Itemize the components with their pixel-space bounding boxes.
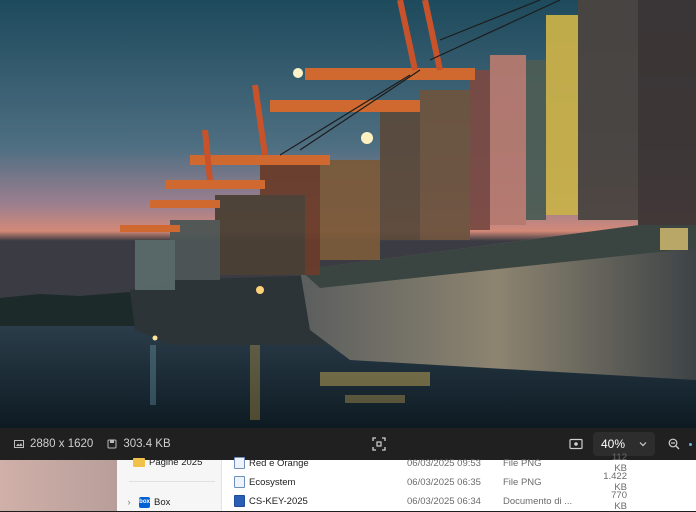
- zoom-out-button[interactable]: [663, 433, 685, 455]
- fit-to-window-button[interactable]: [370, 435, 388, 453]
- file-type: File PNG: [503, 476, 542, 488]
- fit-screen-icon: [372, 437, 386, 451]
- file-date: 06/03/2025 09:53: [407, 457, 481, 469]
- photo-canvas[interactable]: [0, 0, 696, 428]
- desktop-background: [0, 460, 117, 511]
- container-ship-photo: [0, 0, 696, 428]
- nav-item-label: Box: [154, 496, 171, 508]
- zoom-out-icon: [668, 438, 680, 450]
- file-name: Ecosystem: [249, 476, 296, 488]
- slideshow-button[interactable]: [565, 433, 587, 455]
- slideshow-icon: [569, 438, 583, 450]
- nav-item-label: Pagine 2025: [149, 456, 203, 468]
- file-date: 06/03/2025 06:34: [407, 495, 481, 507]
- nav-divider: [129, 481, 215, 482]
- file-type: File PNG: [503, 457, 542, 469]
- zoom-slider-handle[interactable]: [689, 442, 692, 446]
- png-file-icon: [234, 457, 245, 469]
- png-file-icon: [234, 476, 245, 488]
- file-type: Documento di ...: [503, 495, 573, 507]
- resolution-icon: [14, 439, 24, 449]
- file-name: CS-KEY-2025: [249, 495, 308, 507]
- nav-item-pagine-2025[interactable]: Pagine 2025: [117, 453, 221, 471]
- file-row[interactable]: Red e Orange 06/03/2025 09:53 File PNG 1…: [221, 452, 696, 474]
- file-row[interactable]: Ecosystem 06/03/2025 06:35 File PNG 1.42…: [221, 471, 696, 493]
- image-resolution: 2880 x 1620: [30, 438, 94, 450]
- chevron-down-icon: [639, 442, 647, 447]
- file-row[interactable]: CS-KEY-2025 06/03/2025 06:34 Documento d…: [221, 490, 696, 512]
- zoom-level-value: 40%: [601, 437, 626, 451]
- file-date: 06/03/2025 06:35: [407, 476, 481, 488]
- box-logo-icon: box: [139, 496, 150, 508]
- navigation-pane: Pagine 2025 › box Box: [117, 457, 222, 511]
- file-explorer-window: Pagine 2025 › box Box Red e Orange 06/03…: [0, 452, 696, 512]
- chevron-right-icon[interactable]: ›: [123, 497, 135, 507]
- word-doc-icon: [234, 495, 245, 507]
- image-file-size: 303.4 KB: [123, 438, 171, 450]
- file-size-icon: [107, 439, 117, 449]
- file-name: Red e Orange: [249, 457, 309, 469]
- folder-icon: [133, 457, 145, 467]
- file-size: 770 KB: [611, 490, 627, 512]
- nav-item-box[interactable]: › box Box: [117, 493, 221, 511]
